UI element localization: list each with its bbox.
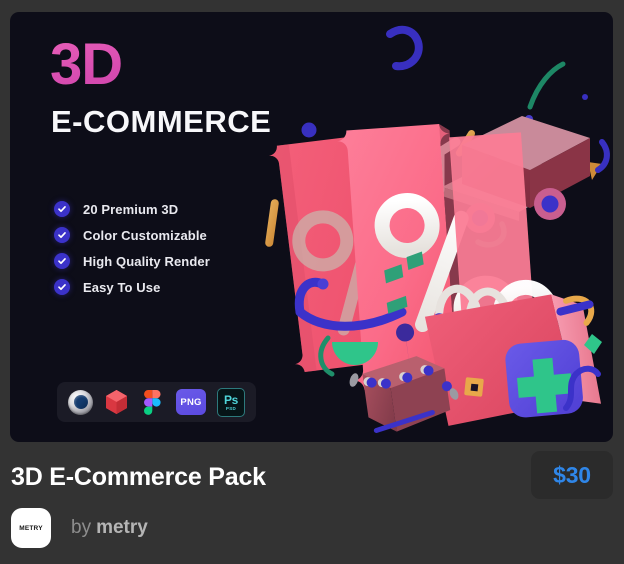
product-meta: 3D E-Commerce Pack $30 METRY by metry <box>0 442 624 564</box>
avatar-logo-text: METRY <box>19 524 43 532</box>
png-icon: PNG <box>176 389 206 415</box>
figma-icon <box>140 389 165 415</box>
feature-item: Color Customizable <box>54 222 210 248</box>
format-badges: PNG Ps PSD <box>57 382 256 422</box>
feature-list: 20 Premium 3D Color Customizable High Qu… <box>54 196 210 300</box>
avatar[interactable]: METRY <box>11 508 51 548</box>
check-circle-icon <box>54 279 70 295</box>
author-name-link[interactable]: metry <box>96 517 148 538</box>
headline-primary: 3D <box>50 36 271 94</box>
headline-secondary: E-COMMERCE <box>51 104 272 139</box>
preview-headline: 3D E-COMMERCE <box>50 36 272 139</box>
price-label: $30 <box>553 461 591 488</box>
product-card[interactable]: 3D E-COMMERCE 20 Premium 3D Color Custom… <box>0 0 624 564</box>
photoshop-psd-label: PSD <box>225 405 237 411</box>
feature-label: Easy To Use <box>83 279 161 295</box>
check-circle-icon <box>54 201 70 217</box>
feature-label: Color Customizable <box>83 227 207 243</box>
photoshop-ps-label: Ps <box>223 392 239 407</box>
preview-image[interactable]: 3D E-COMMERCE 20 Premium 3D Color Custom… <box>10 12 613 442</box>
check-circle-icon <box>54 253 70 269</box>
feature-item: Easy To Use <box>54 274 210 300</box>
cinema4d-icon <box>68 389 93 415</box>
price-badge[interactable]: $30 <box>531 451 613 499</box>
feature-item: High Quality Render <box>54 248 210 274</box>
feature-label: High Quality Render <box>83 253 210 269</box>
product-title: 3D E-Commerce Pack <box>11 463 266 491</box>
byline-prefix: by <box>71 517 92 538</box>
byline: by metry <box>71 517 148 539</box>
feature-label: 20 Premium 3D <box>83 201 179 217</box>
feature-item: 20 Premium 3D <box>54 196 210 222</box>
author-row[interactable]: METRY by metry <box>11 508 148 548</box>
red-cube-icon <box>104 390 129 415</box>
photoshop-icon: Ps PSD <box>217 387 245 417</box>
check-circle-icon <box>54 227 70 243</box>
